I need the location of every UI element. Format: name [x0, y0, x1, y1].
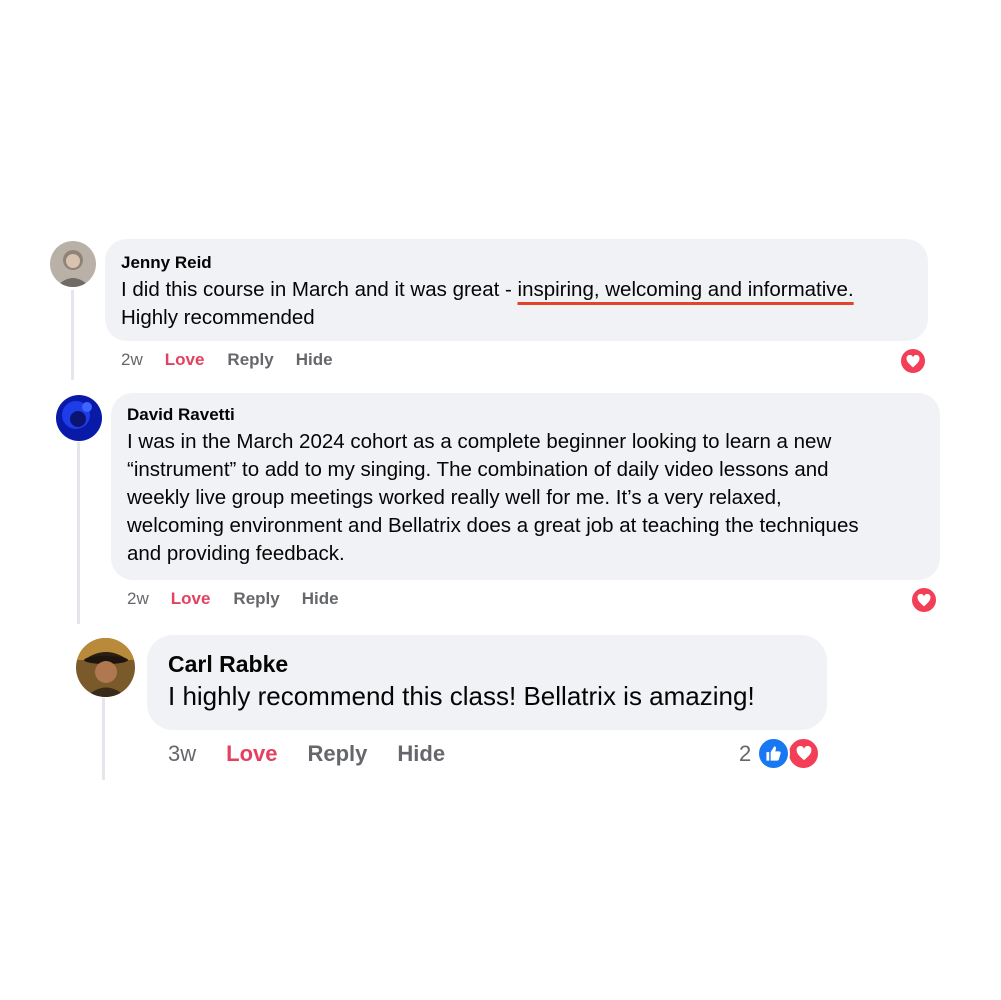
heart-icon[interactable]	[899, 347, 927, 375]
reply-button[interactable]: Reply	[307, 741, 367, 767]
comment-actions: 2w Love Reply Hide	[127, 589, 339, 609]
comment-time[interactable]: 2w	[121, 350, 143, 370]
comment-bubble: Carl Rabke I highly recommend this class…	[147, 635, 827, 730]
comment-text: I highly recommend this class! Bellatrix…	[168, 681, 755, 711]
thread-line	[77, 442, 80, 624]
love-button[interactable]: Love	[171, 589, 211, 609]
heart-icon[interactable]	[910, 586, 938, 614]
comment-bubble: David Ravetti I was in the March 2024 co…	[111, 393, 940, 580]
thread-line	[71, 290, 74, 380]
comment-text-line: I was in the March 2024 cohort as a comp…	[127, 430, 832, 453]
comment-author[interactable]: David Ravetti	[127, 404, 924, 426]
comment-text: I did this course in March and it was gr…	[121, 276, 912, 332]
comment-time[interactable]: 2w	[127, 589, 149, 609]
hide-button[interactable]: Hide	[296, 350, 333, 370]
avatar-photo	[56, 395, 102, 441]
love-button[interactable]: Love	[226, 741, 277, 767]
comment-actions: 2w Love Reply Hide	[121, 350, 333, 370]
reply-button[interactable]: Reply	[227, 350, 273, 370]
avatar[interactable]	[76, 638, 135, 697]
avatar[interactable]	[56, 395, 102, 441]
comment-text-line2: Highly recommended	[121, 306, 315, 329]
thread-line	[102, 698, 105, 780]
comment-text-line: and providing feedback.	[127, 542, 345, 565]
avatar-photo	[50, 241, 96, 287]
hide-button[interactable]: Hide	[397, 741, 445, 767]
comment-text-plain: I did this course in March and it was gr…	[121, 278, 518, 301]
reaction-count[interactable]: 2	[739, 741, 751, 767]
comment-actions: 3w Love Reply Hide	[168, 741, 445, 767]
comment-time[interactable]: 3w	[168, 741, 196, 767]
comment-author[interactable]: Jenny Reid	[121, 252, 912, 274]
comment-text: I was in the March 2024 cohort as a comp…	[127, 428, 924, 568]
like-icon[interactable]	[757, 737, 790, 770]
avatar-photo	[76, 638, 135, 697]
comment-author[interactable]: Carl Rabke	[168, 649, 806, 679]
comment-text-underlined: inspiring, welcoming and informative.	[517, 278, 854, 301]
comment-bubble: Jenny Reid I did this course in March an…	[105, 239, 928, 341]
reply-button[interactable]: Reply	[233, 589, 279, 609]
love-button[interactable]: Love	[165, 350, 205, 370]
avatar[interactable]	[50, 241, 96, 287]
comment-text-line: welcoming environment and Bellatrix does…	[127, 514, 859, 537]
hide-button[interactable]: Hide	[302, 589, 339, 609]
heart-icon[interactable]	[787, 737, 820, 770]
comment-text-line: “instrument” to add to my singing. The c…	[127, 458, 829, 481]
comment-text-line: weekly live group meetings worked really…	[127, 486, 782, 509]
